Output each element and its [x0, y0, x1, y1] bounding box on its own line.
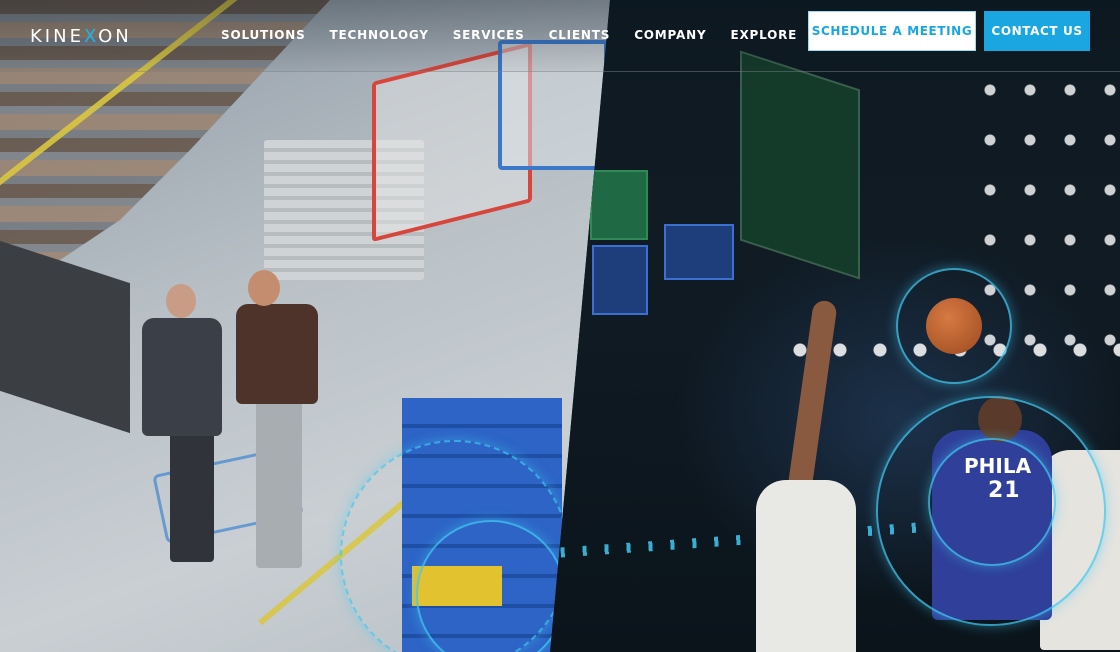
player-defender [756, 480, 856, 652]
person-1-body [142, 318, 222, 436]
jumbotron [740, 50, 860, 280]
kinexon-logo[interactable]: KINEXON [30, 26, 132, 47]
nav-item-solutions[interactable]: SOLUTIONS [221, 28, 306, 42]
person-2-body [236, 304, 318, 404]
person-2-legs [256, 398, 302, 568]
scoreboard [664, 224, 734, 280]
person-2-head [248, 270, 280, 306]
nav-item-company[interactable]: COMPANY [634, 28, 706, 42]
scoreboard [590, 170, 648, 240]
player-tracking-ring [876, 396, 1106, 626]
ball-tracking-ring [896, 268, 1012, 384]
nav-item-services[interactable]: SERVICES [453, 28, 525, 42]
nav-item-explore[interactable]: EXPLORE [730, 28, 797, 42]
site-header: KINEXON SOLUTIONS TECHNOLOGY SERVICES CL… [0, 0, 1120, 72]
workbench [0, 240, 130, 434]
contact-us-button[interactable]: CONTACT US [984, 11, 1090, 51]
logo-accent: X [83, 26, 99, 47]
scoreboard [592, 245, 648, 315]
person-1-head [166, 284, 196, 318]
main-nav: SOLUTIONS TECHNOLOGY SERVICES CLIENTS CO… [221, 28, 797, 42]
nav-item-technology[interactable]: TECHNOLOGY [330, 28, 429, 42]
nav-item-clients[interactable]: CLIENTS [549, 28, 611, 42]
logo-text: ON [98, 26, 132, 47]
hero-banner: PHILA 21 [0, 0, 1120, 652]
schedule-meeting-button[interactable]: SCHEDULE A MEETING [808, 11, 976, 51]
person-1-legs [170, 430, 214, 562]
logo-text: KINE [30, 26, 84, 47]
